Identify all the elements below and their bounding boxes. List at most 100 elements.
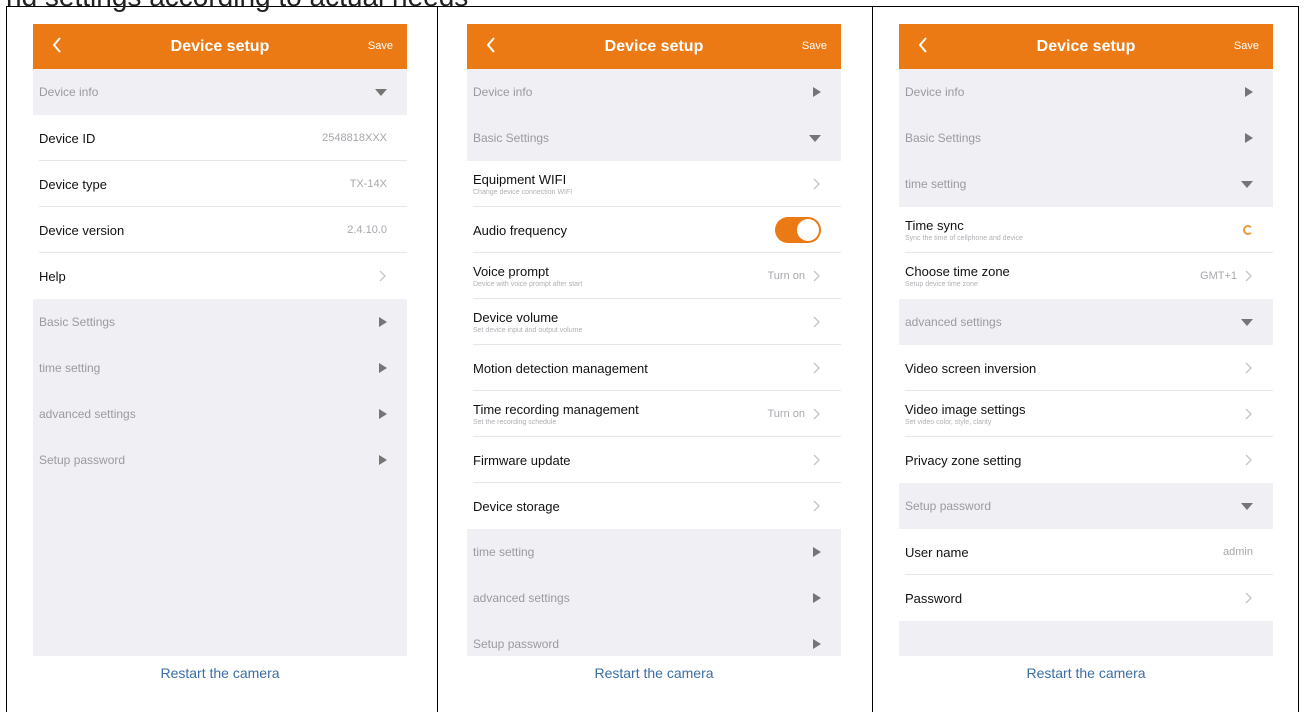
setting-value: 2548818XXX bbox=[322, 132, 387, 144]
setting-row[interactable]: Choose time zone Setup device time zone GM… bbox=[899, 253, 1273, 299]
section-header[interactable]: advanced settings bbox=[899, 299, 1273, 345]
page-title: Device setup bbox=[170, 38, 270, 55]
setting-description: Setup device time zone bbox=[905, 281, 978, 288]
restart-camera-link[interactable]: Restart the camera bbox=[33, 665, 407, 681]
triangle-right-icon bbox=[813, 593, 821, 603]
setting-text: Choose time zone Setup device time zone bbox=[905, 264, 1010, 288]
triangle-right-icon bbox=[813, 639, 821, 649]
setting-row[interactable]: Video screen inversion bbox=[899, 345, 1273, 391]
setting-text: Device ID bbox=[39, 131, 95, 146]
setting-accessory bbox=[1243, 225, 1253, 235]
setting-row[interactable]: Motion detection management bbox=[467, 345, 841, 391]
setting-row: Device type TX-14X bbox=[33, 161, 407, 207]
setting-label: Video screen inversion bbox=[905, 360, 1037, 376]
setting-label: Password bbox=[905, 590, 963, 606]
setting-accessory: 2.4.10.0 bbox=[347, 224, 387, 236]
setting-accessory bbox=[379, 270, 387, 282]
setting-accessory bbox=[775, 217, 821, 243]
phone-screen: Device setup Save Device info Device ID 2548… bbox=[33, 24, 407, 656]
page-title: Device setup bbox=[604, 38, 704, 55]
setting-row[interactable]: Voice prompt Device with voice prompt aft… bbox=[467, 253, 841, 299]
section-header[interactable]: Basic Settings bbox=[899, 115, 1273, 161]
setting-text: Device type bbox=[39, 177, 107, 192]
setting-row[interactable]: Device storage bbox=[467, 483, 841, 529]
setting-label: Privacy zone setting bbox=[905, 452, 1022, 468]
sync-icon[interactable] bbox=[1243, 225, 1253, 235]
setting-row[interactable]: Device volume Set device input and output… bbox=[467, 299, 841, 345]
setting-label: Motion detection management bbox=[473, 360, 648, 376]
setting-label: Device type bbox=[39, 176, 107, 192]
section-header[interactable]: Basic Settings bbox=[33, 299, 407, 345]
chevron-right-icon bbox=[813, 454, 820, 466]
save-button[interactable]: Save bbox=[368, 24, 393, 69]
section-label: time setting bbox=[905, 177, 967, 191]
chevron-right-icon bbox=[379, 270, 386, 282]
setting-row[interactable]: Firmware update bbox=[467, 437, 841, 483]
section-header[interactable]: Basic Settings bbox=[467, 115, 841, 161]
setting-label: Help bbox=[39, 268, 66, 284]
restart-camera-link[interactable]: Restart the camera bbox=[467, 665, 841, 681]
setting-text: Help bbox=[39, 269, 66, 284]
setting-value: Turn on bbox=[767, 408, 805, 420]
setting-row[interactable]: Audio frequency bbox=[467, 207, 841, 253]
setting-text: Firmware update bbox=[473, 453, 571, 468]
setting-row[interactable]: Privacy zone setting bbox=[899, 437, 1273, 483]
chevron-right-icon bbox=[813, 316, 820, 328]
section-label: Device info bbox=[39, 85, 99, 99]
setting-text: Time sync Sync the time of cellphone and … bbox=[905, 218, 1023, 242]
setting-description: Device with voice prompt after start bbox=[473, 281, 583, 288]
setting-label: Device version bbox=[39, 222, 125, 238]
section-header[interactable]: time setting bbox=[33, 345, 407, 391]
setting-accessory bbox=[1245, 454, 1253, 466]
audio-toggle[interactable] bbox=[775, 217, 821, 243]
chevron-right-icon bbox=[813, 500, 820, 512]
triangle-down-icon bbox=[809, 134, 821, 142]
setting-label: User name bbox=[905, 544, 969, 560]
setting-row[interactable]: Equipment WIFI Change device connection W… bbox=[467, 161, 841, 207]
setting-accessory bbox=[1245, 362, 1253, 374]
section-label: Setup password bbox=[39, 453, 126, 467]
triangle-right-icon bbox=[379, 317, 387, 327]
setting-accessory: TX-14X bbox=[350, 178, 387, 190]
restart-camera-link[interactable]: Restart the camera bbox=[899, 665, 1273, 681]
setting-accessory bbox=[813, 500, 821, 512]
setting-label: Audio frequency bbox=[473, 222, 567, 238]
chevron-right-icon bbox=[1245, 270, 1252, 282]
setting-text: Device volume Set device input and output… bbox=[473, 310, 582, 334]
setting-value: TX-14X bbox=[349, 178, 387, 190]
section-header[interactable]: Setup password bbox=[33, 437, 407, 483]
setting-accessory: GMT+1 bbox=[1200, 270, 1253, 282]
section-header[interactable]: advanced settings bbox=[33, 391, 407, 437]
setting-accessory bbox=[813, 316, 821, 328]
section-header[interactable]: advanced settings bbox=[467, 575, 841, 621]
section-header[interactable]: time setting bbox=[899, 161, 1273, 207]
save-button[interactable]: Save bbox=[1234, 24, 1259, 69]
section-label: time setting bbox=[473, 545, 535, 559]
section-header[interactable]: Setup password bbox=[899, 483, 1273, 529]
setting-text: User name bbox=[905, 545, 969, 560]
section-header[interactable]: Device info bbox=[33, 69, 407, 115]
triangle-right-icon bbox=[813, 87, 821, 97]
chevron-right-icon bbox=[1245, 454, 1252, 466]
page-title: Device setup bbox=[1036, 38, 1136, 55]
setting-text: Device storage bbox=[473, 499, 560, 514]
setting-row: User name admin bbox=[899, 529, 1273, 575]
setting-row[interactable]: Help bbox=[33, 253, 407, 299]
section-header[interactable]: time setting bbox=[467, 529, 841, 575]
chevron-right-icon bbox=[813, 270, 820, 282]
save-button[interactable]: Save bbox=[802, 24, 827, 69]
setting-row[interactable]: Password bbox=[899, 575, 1273, 621]
chevron-right-icon bbox=[813, 408, 820, 420]
section-header[interactable]: Device info bbox=[899, 69, 1273, 115]
section-label: Device info bbox=[473, 85, 533, 99]
setting-row[interactable]: Time sync Sync the time of cellphone and … bbox=[899, 207, 1273, 253]
setting-row[interactable]: Video image settings Set video color, sty… bbox=[899, 391, 1273, 437]
section-header[interactable]: Setup password bbox=[467, 621, 841, 656]
section-label: Setup password bbox=[905, 499, 992, 513]
setting-row[interactable]: Time recording management Set the recordi… bbox=[467, 391, 841, 437]
setting-text: Equipment WIFI Change device connection W… bbox=[473, 172, 572, 196]
setting-text: Audio frequency bbox=[473, 223, 567, 238]
section-header[interactable]: Device info bbox=[467, 69, 841, 115]
setting-label: Device ID bbox=[39, 130, 96, 146]
setting-accessory: 2548818XXX bbox=[322, 132, 387, 144]
